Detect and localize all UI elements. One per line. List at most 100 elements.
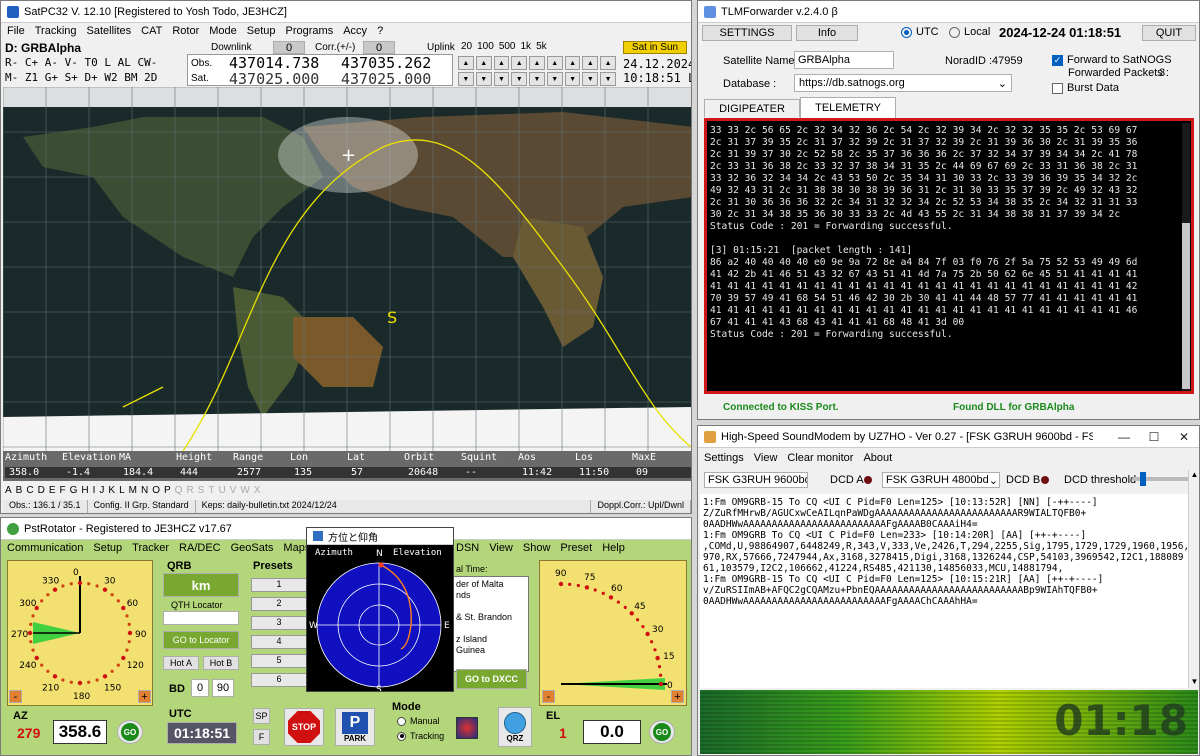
world-map[interactable]: + S	[3, 87, 691, 451]
sat-letter[interactable]: K	[108, 485, 115, 496]
menu-item[interactable]: Satellites	[87, 25, 132, 37]
menu-item[interactable]: Help	[602, 542, 625, 554]
az-minus-button[interactable]: -	[9, 690, 22, 703]
dxcc-list-item[interactable]: Guinea	[456, 645, 526, 656]
sat-letter[interactable]: V	[230, 485, 237, 496]
sat-letter[interactable]: H	[81, 485, 88, 496]
arrow-icon[interactable]: ▼	[475, 72, 492, 86]
forward-satnogs-checkbox[interactable]: ✓ Forward to SatNOGS	[1052, 54, 1172, 66]
menu-item[interactable]: DSN	[456, 542, 479, 554]
preset-button[interactable]: 5	[251, 654, 307, 668]
arrow-icon[interactable]: ▼	[600, 72, 616, 86]
menu-item[interactable]: ?	[377, 25, 383, 37]
f-button[interactable]: F	[253, 729, 270, 745]
sat-name-field[interactable]: GRBAlpha	[794, 51, 894, 69]
arrow-icon[interactable]: ▲	[582, 56, 599, 70]
tab-digipeater[interactable]: DIGIPEATER	[704, 99, 800, 117]
sat-letter[interactable]: P	[164, 485, 171, 496]
menu-item[interactable]: Setup	[93, 542, 122, 554]
arrow-icon[interactable]: ▲	[458, 56, 474, 70]
settings-button[interactable]: SETTINGS	[702, 25, 792, 41]
satellite-letter-selector[interactable]: ABCDEFGHIJKLMNOPQRSTUVWX	[5, 485, 260, 496]
el-go-button[interactable]: GO	[649, 720, 675, 744]
menu-item[interactable]: Show	[523, 542, 551, 554]
el-value[interactable]: 0.0	[583, 720, 641, 744]
menu-item[interactable]: Tracking	[35, 25, 77, 37]
hot-b-button[interactable]: Hot B	[203, 656, 239, 670]
preset-button[interactable]: 2	[251, 597, 307, 611]
sat-letter[interactable]: O	[152, 485, 160, 496]
dxcc-list-item[interactable]	[456, 623, 526, 634]
az-value[interactable]: 358.6	[53, 720, 107, 744]
sat-letter[interactable]: R	[186, 485, 193, 496]
maximize-icon[interactable]: ☐	[1139, 426, 1169, 447]
freq-step[interactable]: 20	[461, 41, 472, 52]
tab-telemetry[interactable]: TELEMETRY	[800, 97, 896, 118]
sat-letter[interactable]: L	[119, 485, 125, 496]
dxcc-list-item[interactable]: & St. Brandon	[456, 612, 526, 623]
sat-letter[interactable]: U	[218, 485, 225, 496]
park-button[interactable]: P PARK	[335, 708, 375, 746]
el-minus-button[interactable]: -	[542, 690, 555, 703]
go-to-dxcc-button[interactable]: GO to DXCC	[456, 669, 527, 689]
console-scrollbar[interactable]	[1182, 123, 1190, 391]
el-plus-button[interactable]: +	[671, 690, 684, 703]
qth-locator-input[interactable]	[163, 611, 239, 625]
sat-letter[interactable]: B	[16, 485, 23, 496]
sp-button[interactable]: SP	[253, 708, 270, 724]
sat-letter[interactable]: M	[129, 485, 137, 496]
qrz-button[interactable]: QRZ	[498, 707, 532, 747]
az-go-button[interactable]: GO	[117, 720, 143, 744]
menu-item[interactable]: Clear monitor	[787, 452, 853, 464]
bd-value-1[interactable]: 0	[191, 679, 209, 697]
arrow-icon[interactable]: ▲	[493, 56, 510, 70]
sat-letter[interactable]: N	[141, 485, 148, 496]
arrow-icon[interactable]: ▲	[546, 56, 563, 70]
mode-a-select[interactable]: FSK G3RUH 9600bd⌄	[704, 472, 808, 488]
arrow-icon[interactable]: ▼	[546, 72, 563, 86]
dxcc-list-item[interactable]	[456, 601, 526, 612]
arrow-buttons[interactable]: ▲ ▲ ▲ ▲ ▲ ▲ ▲ ▲ ▲ ▼ ▼ ▼ ▼ ▼ ▼ ▼ ▼ ▼	[458, 56, 616, 86]
database-select[interactable]: https://db.satnogs.org ⌄	[794, 74, 1012, 92]
sat-letter[interactable]: X	[254, 485, 261, 496]
telemetry-console[interactable]: 33 33 2c 56 65 2c 32 34 32 36 2c 54 2c 3…	[704, 118, 1194, 394]
sat-letter[interactable]: Q	[175, 485, 183, 496]
sat-letter[interactable]: G	[70, 485, 78, 496]
arrow-icon[interactable]: ▼	[564, 72, 581, 86]
preset-button[interactable]: 6	[251, 673, 307, 687]
sat-letter[interactable]: I	[93, 485, 96, 496]
menu-item[interactable]: GeoSats	[231, 542, 274, 554]
dxcc-list[interactable]: der of Malta nds & St. Brandon z Island Gu…	[453, 576, 529, 672]
preset-button[interactable]: 4	[251, 635, 307, 649]
local-radio[interactable]: Local	[949, 26, 990, 38]
menu-item[interactable]: File	[7, 25, 25, 37]
downlink-offset[interactable]: 0	[273, 41, 305, 54]
sat-letter[interactable]: C	[26, 485, 33, 496]
menu-item[interactable]: Tracker	[132, 542, 169, 554]
waterfall-display[interactable]: 01:18	[700, 690, 1198, 754]
burst-data-checkbox[interactable]: Burst Data	[1052, 82, 1119, 94]
hot-a-button[interactable]: Hot A	[163, 656, 199, 670]
sat-letter[interactable]: F	[59, 485, 65, 496]
sat-letter[interactable]: W	[240, 485, 249, 496]
sat-letter[interactable]: T	[208, 485, 214, 496]
menu-item[interactable]: Rotor	[172, 25, 199, 37]
utc-radio[interactable]: UTC	[901, 26, 939, 38]
menu-item[interactable]: About	[863, 452, 892, 464]
dcd-threshold-slider[interactable]	[1132, 472, 1196, 486]
menu-item[interactable]: View	[754, 452, 778, 464]
close-icon[interactable]: ✕	[1169, 426, 1199, 447]
sat-letter[interactable]: J	[99, 485, 104, 496]
freq-step[interactable]: 100	[477, 41, 494, 52]
elevation-dial[interactable]: 90 75604530150	[539, 560, 687, 706]
sat-letter[interactable]: D	[38, 485, 45, 496]
preset-button[interactable]: 3	[251, 616, 307, 630]
freq-step[interactable]: 1k	[521, 41, 532, 52]
tracking-radio[interactable]: Tracking	[397, 731, 444, 741]
tracker-logo-icon[interactable]	[456, 717, 478, 739]
mode-b-select[interactable]: FSK G3RUH 4800bd ⌄	[882, 472, 1000, 488]
sat-letter[interactable]: S	[198, 485, 205, 496]
menu-item[interactable]: Communication	[7, 542, 83, 554]
packet-monitor[interactable]: 1:Fm OM9GRB-15 To CQ <UI C Pid=F0 Len=12…	[700, 494, 1188, 688]
menu-item[interactable]: View	[489, 542, 513, 554]
